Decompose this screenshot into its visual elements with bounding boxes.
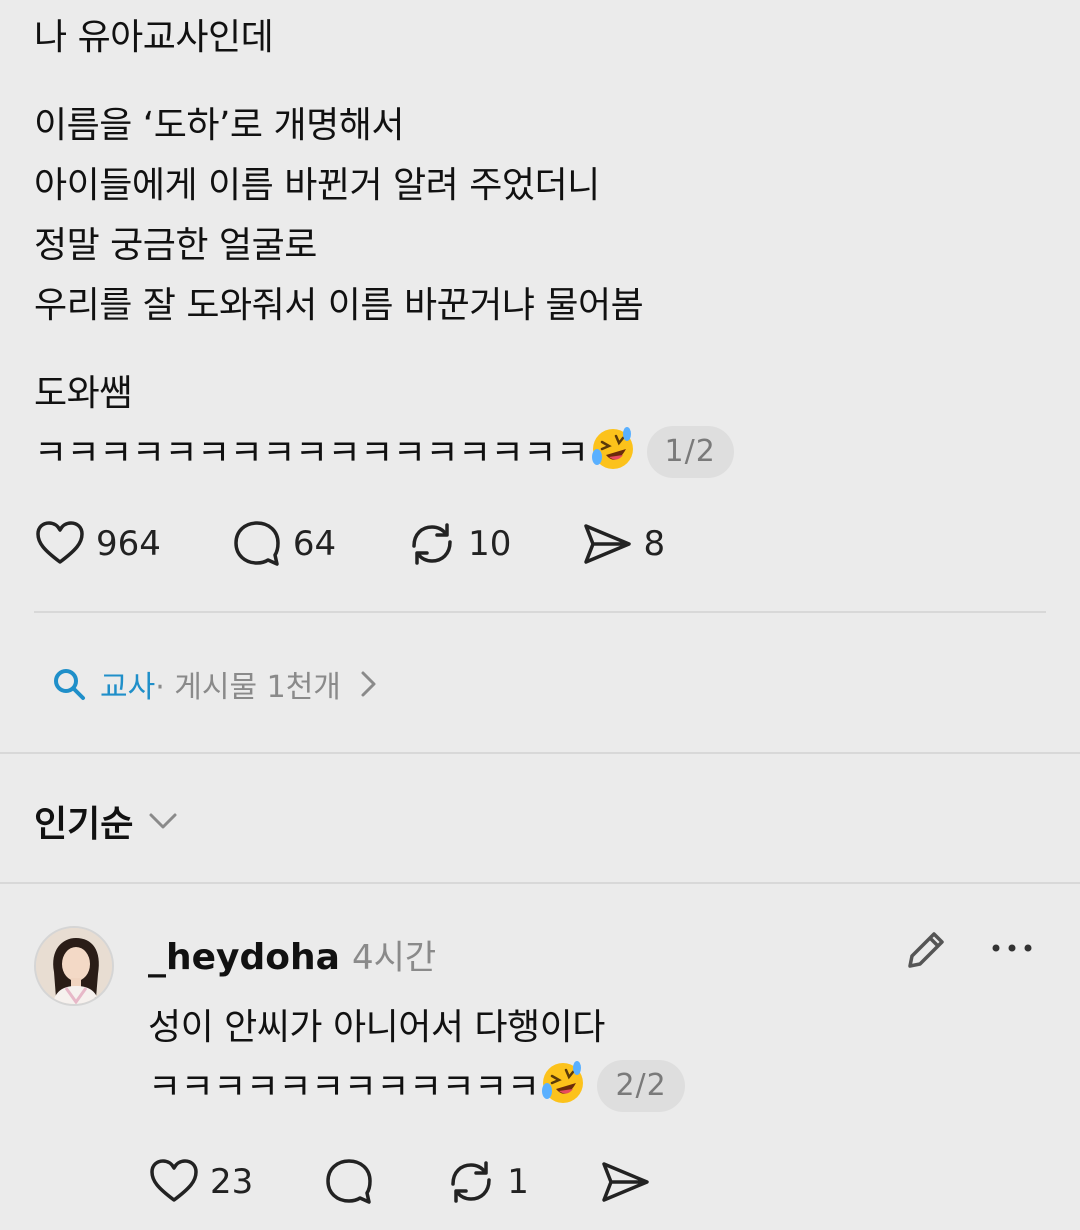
search-icon [54,669,85,700]
repost-button[interactable]: 1 [445,1156,529,1208]
post-line: 나 유아교사인데 [34,17,274,58]
laugh-text: ㅋㅋㅋㅋㅋㅋㅋㅋㅋㅋㅋㅋㅋㅋㅋㅋㅋ [34,433,589,474]
page-indicator: 1/2 [646,426,734,478]
repost-button[interactable]: 10 [406,518,511,570]
laugh-text: ㅋㅋㅋㅋㅋㅋㅋㅋㅋㅋㅋㅋ [148,1067,540,1108]
post-body: 나 유아교사인데 이름을 ‘도하’로 개명해서 아이들에게 이름 바뀐거 알려 … [34,8,1034,484]
comment-bubble-icon [234,521,280,566]
share-button[interactable] [599,1156,651,1208]
like-count: 23 [210,1162,254,1202]
send-icon [584,524,632,564]
reply-header: _heydoha 4시간 [148,930,436,979]
repost-count: 10 [468,524,512,564]
post-line: 도와쌤 [34,373,132,414]
rolling-on-floor-laughing-emoji [542,1061,584,1103]
comment-count: 64 [292,524,337,564]
repost-icon [412,523,452,565]
pencil-icon [908,932,944,968]
share-count: 8 [643,524,666,564]
share-button[interactable]: 8 [581,518,665,570]
post-line: 정말 궁금한 얼굴로 [34,225,317,266]
reply-line-last: ㅋㅋㅋㅋㅋㅋㅋㅋㅋㅋㅋㅋ 2/2 [148,1058,685,1118]
reply-actions: 23 1 [148,1156,721,1208]
topic-link[interactable]: 교사 · 게시물 1천개 [34,662,379,706]
rolling-on-floor-laughing-emoji [591,427,633,469]
like-count: 964 [96,524,161,564]
edit-button[interactable] [902,926,950,978]
post-line: 이름을 ‘도하’로 개명해서 [34,105,404,146]
chevron-down-icon [149,813,177,829]
topic-meta: · 게시물 1천개 [155,670,341,705]
post-line-last: ㅋㅋㅋㅋㅋㅋㅋㅋㅋㅋㅋㅋㅋㅋㅋㅋㅋ 1/2 [34,424,1034,484]
comment-button[interactable] [323,1156,375,1208]
chevron-right-icon [361,671,376,697]
sort-dropdown[interactable]: 인기순 [34,795,179,847]
reply-body: 성이 안씨가 아니어서 다행이다 ㅋㅋㅋㅋㅋㅋㅋㅋㅋㅋㅋㅋ 2/2 [148,998,685,1118]
reply-line: 성이 안씨가 아니어서 다행이다 [148,1007,605,1048]
timestamp: 4시간 [351,938,437,978]
heart-icon [150,1159,198,1202]
divider [34,611,1046,613]
sort-label: 인기순 [34,804,134,845]
repost-icon [451,1161,492,1203]
heart-icon [36,521,84,564]
send-icon [602,1162,649,1202]
repost-count: 1 [507,1162,529,1202]
post-line: 우리를 잘 도와줘서 이름 바꾼거냐 물어봄 [34,285,644,326]
like-button[interactable]: 964 [34,518,161,570]
comment-button[interactable]: 64 [231,518,336,570]
section-divider [0,882,1080,884]
avatar-portrait [36,928,112,1004]
post-actions: 964 64 10 8 [34,518,735,570]
avatar[interactable] [34,926,114,1006]
post-line: 아이들에게 이름 바뀐거 알려 주었더니 [34,165,600,206]
thread-page: 나 유아교사인데 이름을 ‘도하’로 개명해서 아이들에게 이름 바뀐거 알려 … [0,0,1080,1230]
more-button[interactable] [990,934,1034,966]
topic-tag: 교사 [100,670,156,705]
section-divider [0,752,1080,754]
comment-bubble-icon [326,1159,373,1204]
more-horizontal-icon [992,944,1032,952]
like-button[interactable]: 23 [148,1156,253,1208]
page-indicator: 2/2 [597,1060,685,1112]
username-link[interactable]: _heydoha [148,937,340,978]
